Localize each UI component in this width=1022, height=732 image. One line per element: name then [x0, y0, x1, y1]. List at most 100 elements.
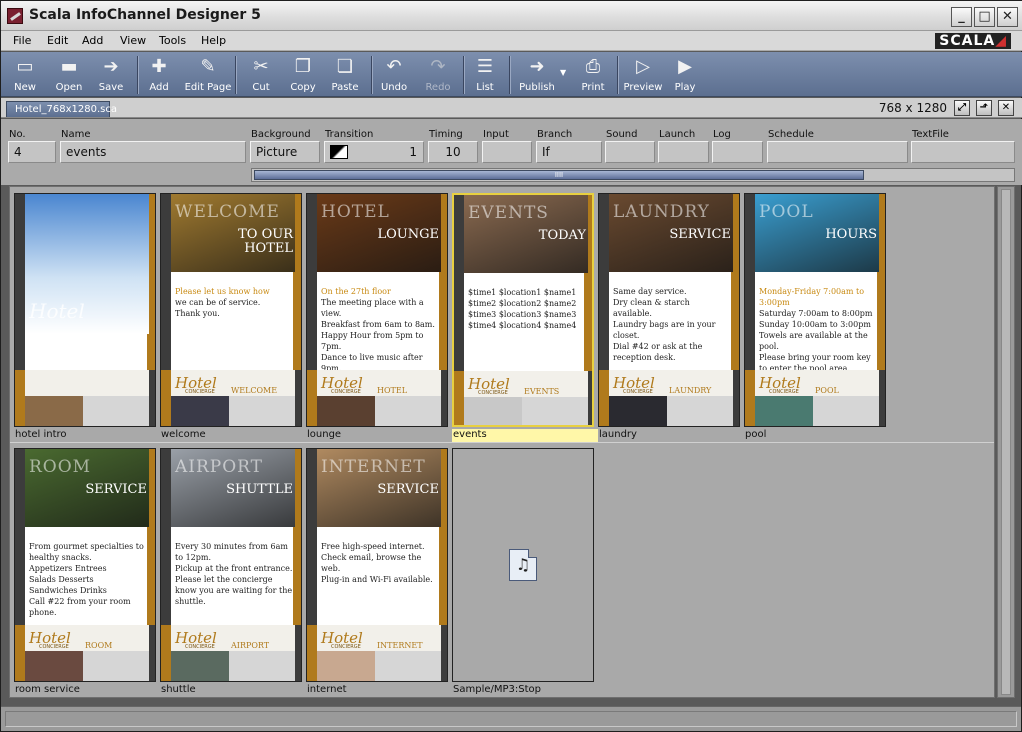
transition-label: Transition [325, 129, 374, 140]
paste-button[interactable]: ❏ Paste [329, 54, 361, 95]
slide-subtitle: SERVICE [85, 482, 147, 497]
gold-accent [599, 370, 609, 426]
page-thumbnail[interactable]: POOL HOURS Monday-Friday 7:00am to 3:00pm S… [744, 193, 886, 443]
slide-body: On the 27th floor The meeting place with … [321, 286, 439, 374]
log-field[interactable] [712, 141, 763, 163]
publish-button[interactable]: ➜ Publish [515, 54, 559, 95]
open-button[interactable]: ▬ Open [53, 54, 85, 95]
menu-view[interactable]: View [120, 34, 146, 47]
print-button[interactable]: ⎙ Print [577, 54, 609, 95]
menu-add[interactable]: Add [82, 34, 103, 47]
gold-accent [161, 370, 171, 426]
slide-body: Monday-Friday 7:00am to 3:00pm Saturday 7… [759, 286, 877, 374]
gold-accent [15, 625, 25, 681]
maximize-button[interactable]: □ [974, 7, 995, 27]
close-button[interactable]: ✕ [997, 7, 1018, 27]
body-line: Appetizers Entrees [29, 564, 107, 573]
up-level-icon[interactable]: ⬏ [976, 100, 992, 116]
page-thumbnail[interactable]: LAUNDRY SERVICE Same day service. Dry clean… [598, 193, 740, 443]
scroll-thumb[interactable]: IIII [254, 170, 864, 180]
menu-tools[interactable]: Tools [159, 34, 186, 47]
page-thumbnail[interactable]: ♫ Sample/MP3:Stop [452, 448, 594, 698]
new-page-icon: ▭ [16, 56, 34, 77]
body-line: Every 30 minutes from 6am to 12pm. [175, 542, 288, 562]
page-caption: internet [307, 684, 347, 695]
thumbnail-image[interactable]: LAUNDRY SERVICE Same day service. Dry clean… [598, 193, 740, 427]
hotel-logo: CONCIERGE [39, 644, 69, 650]
timing-field[interactable]: 10 [428, 141, 478, 163]
thumbnail-image[interactable]: HOTEL LOUNGE On the 27th floor The meeting … [306, 193, 448, 427]
transition-field[interactable]: 1 [324, 141, 424, 163]
file-tab[interactable]: Hotel_768x1280.sca [6, 101, 117, 117]
page-name-field[interactable]: events [60, 141, 246, 163]
page-thumbnail[interactable]: EVENTS TODAY $time1 $location1 $name1 $time… [452, 193, 598, 443]
body-line: $time4 $location4 $name4 [468, 321, 577, 330]
log-label: Log [713, 129, 731, 140]
sound-field[interactable] [605, 141, 655, 163]
thumbnail-image[interactable]: EVENTS TODAY $time1 $location1 $name1 $time… [452, 193, 594, 427]
textfile-field[interactable] [911, 141, 1015, 163]
page-thumbnail[interactable]: Hotel hotel intro [14, 193, 156, 443]
menu-file[interactable]: File [13, 34, 31, 47]
thumbnail-image[interactable]: Hotel [14, 193, 156, 427]
thumbnail-image[interactable]: POOL HOURS Monday-Friday 7:00am to 3:00pm S… [744, 193, 886, 427]
timing-label: Timing [429, 129, 463, 140]
background-label: Background [251, 129, 311, 140]
thumbnail-image[interactable]: INTERNET SERVICE Free high-speed internet.… [306, 448, 448, 682]
horizontal-scrollbar[interactable]: IIII [251, 168, 1015, 182]
branch-field[interactable]: If [536, 141, 602, 163]
hotel-logo: CONCIERGE [185, 644, 215, 650]
toolbar-label: Open [55, 82, 83, 93]
hotel-logo: CONCIERGE [185, 389, 215, 395]
page-thumbnail[interactable]: ROOM SERVICE From gourmet specialties to h… [14, 448, 156, 698]
page-thumbnail[interactable]: WELCOME TO OUR HOTEL Please let us know ho… [160, 193, 302, 443]
input-field[interactable] [482, 141, 532, 163]
schedule-field[interactable] [767, 141, 908, 163]
toolbar-separator [463, 56, 464, 94]
preview-button[interactable]: ▷ Preview [623, 54, 663, 95]
slide-subtitle: LOUNGE [377, 227, 440, 242]
background-field[interactable]: Picture [250, 141, 320, 163]
body-line: Check email, browse the web. [321, 553, 422, 573]
footer-photo [317, 651, 375, 681]
redo-button[interactable]: ↷ Redo [423, 54, 453, 95]
slide-footer: Hotel CONCIERGE ROOM [25, 625, 149, 681]
fit-icon[interactable]: ⤢ [954, 100, 970, 116]
cut-button[interactable]: ✂ Cut [245, 54, 277, 95]
page-thumbnail[interactable]: AIRPORT SHUTTLE Every 30 minutes from 6am … [160, 448, 302, 698]
play-icon: ▶ [678, 56, 692, 77]
paste-icon: ❏ [336, 56, 354, 77]
thumbnail-image[interactable]: WELCOME TO OUR HOTEL Please let us know ho… [160, 193, 302, 427]
new-button[interactable]: ▭ New [9, 54, 41, 95]
undo-button[interactable]: ↶ Undo [377, 54, 411, 95]
copy-button[interactable]: ❐ Copy [287, 54, 319, 95]
list-button[interactable]: ☰ List [469, 54, 501, 95]
page-caption: pool [745, 429, 767, 440]
footer-panel [83, 396, 149, 426]
schedule-label: Schedule [768, 129, 814, 140]
edit-page-button[interactable]: ✎ Edit Page [183, 54, 233, 95]
toolbar-label: Cut [252, 82, 270, 93]
body-line: Laundry bags are in your closet. [613, 320, 716, 340]
close-document-icon[interactable]: ✕ [998, 100, 1014, 116]
vertical-scrollbar[interactable] [997, 186, 1015, 698]
menu-help[interactable]: Help [201, 34, 226, 47]
page-thumbnail[interactable]: INTERNET SERVICE Free high-speed internet.… [306, 448, 448, 698]
page-number-field[interactable]: 4 [8, 141, 56, 163]
toolbar-separator [371, 56, 372, 94]
slide-footer: Hotel CONCIERGE INTERNET [317, 625, 441, 681]
menu-edit[interactable]: Edit [47, 34, 68, 47]
publish-dropdown-icon[interactable]: ▼ [560, 68, 566, 77]
thumbnail-image[interactable]: AIRPORT SHUTTLE Every 30 minutes from 6am … [160, 448, 302, 682]
thumbnail-image[interactable]: ROOM SERVICE From gourmet specialties to h… [14, 448, 156, 682]
slide-body: Free high-speed internet. Check email, br… [321, 541, 439, 585]
launch-field[interactable] [658, 141, 709, 163]
page-thumbnail[interactable]: HOTEL LOUNGE On the 27th floor The meeting … [306, 193, 448, 443]
gold-accent [745, 370, 755, 426]
play-button[interactable]: ▶ Play [669, 54, 701, 95]
save-button[interactable]: ➔ Save [95, 54, 127, 95]
minimize-button[interactable]: _ [951, 7, 972, 27]
scroll-track[interactable] [1001, 189, 1011, 695]
thumbnail-image[interactable]: ♫ [452, 448, 594, 682]
add-button[interactable]: ✚ Add [143, 54, 175, 95]
